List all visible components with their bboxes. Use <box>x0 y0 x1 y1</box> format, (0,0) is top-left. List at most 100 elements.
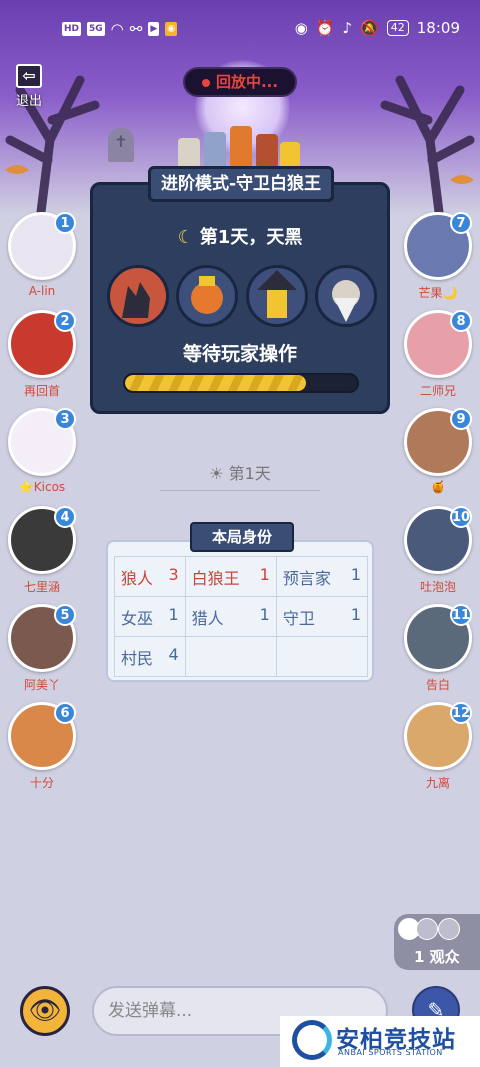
progress-fill <box>125 375 306 391</box>
role-name: 预言家 <box>282 568 331 588</box>
seat-number-badge: 8 <box>450 310 472 332</box>
seat-number-badge: 6 <box>54 702 76 724</box>
identity-table: 狼人 3 白狼王 1 预言家 1 女巫 1 猎人 1 守卫 1 村民 4 <box>114 556 369 677</box>
player-name: 七里涵 <box>23 580 60 594</box>
exit-button[interactable]: ⇦ 退出 <box>10 64 48 109</box>
player-name: ⭐Kicos <box>18 480 66 494</box>
spectators-button[interactable]: 1 观众 <box>394 914 480 970</box>
role-name: 守卫 <box>282 608 315 628</box>
player-seat-8[interactable]: 8 二师兄 <box>402 310 474 399</box>
identity-row: 村民 4 <box>114 636 369 677</box>
identity-cell: 预言家 1 <box>275 556 369 597</box>
status-bar-left: HD 5G ◠ ⚯ ▶ ◉ <box>62 20 178 38</box>
app-notification-icon: ◉ <box>165 22 178 36</box>
role-icons-row <box>107 265 377 327</box>
player-seat-9[interactable]: 9 🍯 <box>402 408 474 494</box>
eye-icon-button[interactable]: 👁 <box>20 986 70 1036</box>
player-seat-6[interactable]: 6 十分 <box>6 702 78 791</box>
player-seat-7[interactable]: 7 芒果🌙 <box>402 212 474 301</box>
role-count: 3 <box>168 564 179 584</box>
eye-icon: ◉ <box>294 19 308 37</box>
player-name: 阿美丫 <box>23 678 60 692</box>
mode-title-banner: 进阶模式-守卫白狼王 <box>148 166 334 202</box>
player-seat-10[interactable]: 10 吐泡泡 <box>402 506 474 595</box>
player-name: 十分 <box>29 776 54 790</box>
role-count: 1 <box>350 564 361 584</box>
player-seat-4[interactable]: 4 七里涵 <box>6 506 78 595</box>
seat-number-badge: 7 <box>450 212 472 234</box>
gravestone-icon: ✝ <box>108 128 134 162</box>
role-name: 村民 <box>121 648 154 668</box>
guard-icon <box>176 265 239 327</box>
seat-number-badge: 11 <box>450 604 472 626</box>
waiting-label: 等待玩家操作 <box>182 343 297 365</box>
identity-row: 狼人 3 白狼王 1 预言家 1 <box>114 556 369 597</box>
signal-5g-icon: 5G <box>87 22 105 36</box>
role-name: 女巫 <box>121 608 154 628</box>
clock-time: 18:09 <box>416 19 460 37</box>
player-name: 二师兄 <box>419 384 456 398</box>
sun-icon: ☀ <box>209 464 224 483</box>
seat-number-badge: 9 <box>450 408 472 430</box>
player-seat-12[interactable]: 12 九离 <box>402 702 474 791</box>
role-name: 白狼王 <box>191 568 240 588</box>
identity-row: 女巫 1 猎人 1 守卫 1 <box>114 596 369 637</box>
player-name: 再回首 <box>23 384 60 398</box>
identity-table-card: 狼人 3 白狼王 1 预言家 1 女巫 1 猎人 1 守卫 1 村民 4 <box>106 540 374 682</box>
role-count: 1 <box>168 604 179 624</box>
recording-dot-icon <box>201 78 210 87</box>
player-seat-1[interactable]: 1 A-lin <box>6 212 78 298</box>
player-seat-3[interactable]: 3 ⭐Kicos <box>6 408 78 494</box>
seat-number-badge: 4 <box>54 506 76 528</box>
seat-number-badge: 5 <box>54 604 76 626</box>
day-divider <box>160 490 320 491</box>
player-seat-5[interactable]: 5 阿美丫 <box>6 604 78 693</box>
player-name: 告白 <box>425 678 450 692</box>
battery-icon: 42 <box>386 20 409 36</box>
werewolf-icon <box>107 265 169 327</box>
spectator-avatar <box>416 918 438 940</box>
player-name: A-lin <box>28 284 56 298</box>
send-app-icon: ▶ <box>148 22 160 36</box>
watermark-subtitle: ANBAI SPORTS STATION <box>338 1048 443 1057</box>
identity-title: 本局身份 <box>190 522 294 552</box>
seat-number-badge: 2 <box>54 310 76 332</box>
status-bar: HD 5G ◠ ⚯ ▶ ◉ ◉ ⏰ ♪ 🔕 42 18:09 <box>0 0 480 58</box>
role-count: 4 <box>168 644 179 664</box>
witch-icon <box>245 265 308 327</box>
exit-icon: ⇦ <box>16 64 42 88</box>
identity-cell: 狼人 3 <box>114 556 186 597</box>
identity-cell: 白狼王 1 <box>184 556 277 597</box>
seat-number-badge: 3 <box>54 408 76 430</box>
watermark-logo: 安柏竞技站 ANBAI SPORTS STATION <box>280 1016 480 1067</box>
player-seat-11[interactable]: 11 告白 <box>402 604 474 693</box>
night-phase-label: ☾ 第1天，天黑 <box>93 223 387 249</box>
progress-bar <box>123 373 359 393</box>
exit-label: 退出 <box>15 94 42 109</box>
player-name: 🍯 <box>430 480 446 494</box>
characters-illustration <box>178 126 300 168</box>
role-name: 猎人 <box>191 608 224 628</box>
identity-cell <box>275 636 369 677</box>
identity-cell <box>184 636 277 677</box>
player-name: 芒果🌙 <box>418 286 458 300</box>
seat-number-badge: 12 <box>450 702 472 724</box>
replay-label: 回放中... <box>215 73 279 91</box>
role-count: 1 <box>259 564 270 584</box>
identity-cell: 女巫 1 <box>114 596 186 637</box>
role-count: 1 <box>259 604 270 624</box>
hd-icon: HD <box>62 22 82 36</box>
player-seat-2[interactable]: 2 再回首 <box>6 310 78 399</box>
moon-icon: ☾ <box>177 227 194 248</box>
seer-icon <box>314 265 377 327</box>
alarm-icon: ⏰ <box>315 19 335 37</box>
role-name: 狼人 <box>121 568 154 588</box>
night-text: 第1天，天黑 <box>199 227 303 248</box>
replay-status-badge: 回放中... <box>183 67 297 97</box>
mic-icon: ♪ <box>342 19 353 37</box>
identity-cell: 守卫 1 <box>275 596 369 637</box>
identity-cell: 猎人 1 <box>184 596 277 637</box>
spectator-avatar <box>438 918 460 940</box>
player-name: 吐泡泡 <box>419 580 456 594</box>
role-count: 1 <box>350 604 361 624</box>
